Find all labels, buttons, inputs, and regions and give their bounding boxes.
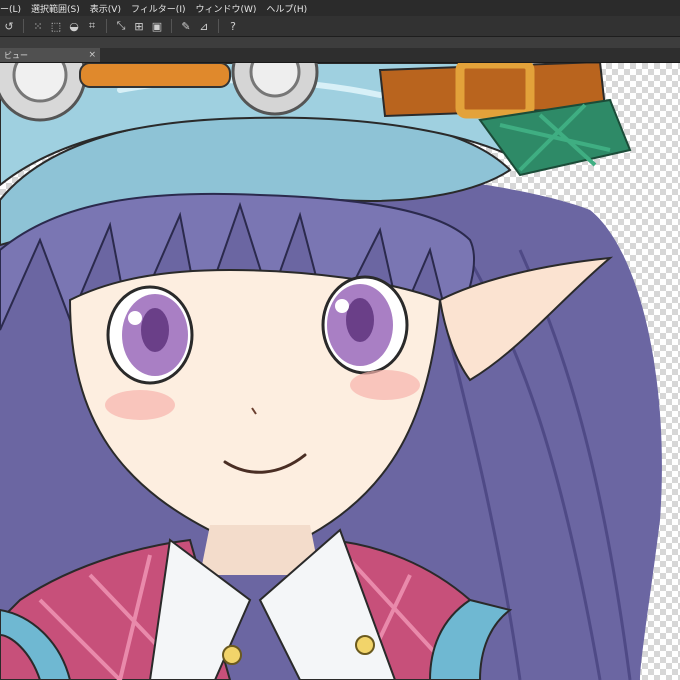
- select-all-icon[interactable]: ⁙: [31, 19, 45, 33]
- illustration: [0, 63, 662, 680]
- collar-button: [222, 645, 242, 665]
- tab-view[interactable]: ビュー ×: [0, 48, 100, 62]
- tab-label: ビュー: [4, 50, 28, 60]
- menu-view[interactable]: 表示(V): [90, 2, 131, 15]
- tab-bar: ビュー ×: [0, 48, 680, 63]
- toolbar: ↺ ⁙ ⬚ ◒ ⌗ ⤡ ⊞ ▣ ✎ ⊿ ?: [0, 16, 680, 37]
- toolbar-separator: [106, 19, 107, 33]
- toolbar-separator: [23, 19, 24, 33]
- menu-help[interactable]: ヘルプ(H): [266, 2, 317, 15]
- close-icon[interactable]: ×: [88, 50, 96, 60]
- help-icon[interactable]: ?: [226, 19, 240, 33]
- fill-icon[interactable]: ▣: [150, 19, 164, 33]
- crop-icon[interactable]: ⌗: [85, 19, 99, 33]
- deselect-icon[interactable]: ⬚: [49, 19, 63, 33]
- toolbar-separator: [218, 19, 219, 33]
- invert-selection-icon[interactable]: ◒: [67, 19, 81, 33]
- scale-icon[interactable]: ⊞: [132, 19, 146, 33]
- menubar: ー(L) 選択範囲(S) 表示(V) フィルター(I) ウィンドウ(W) ヘルプ…: [0, 0, 680, 16]
- menu-selection[interactable]: 選択範囲(S): [31, 2, 90, 15]
- canvas[interactable]: [0, 63, 680, 680]
- option-strip: [0, 37, 680, 48]
- ruler-icon[interactable]: ⊿: [197, 19, 211, 33]
- brush-icon[interactable]: ✎: [179, 19, 193, 33]
- menu-filter[interactable]: フィルター(I): [131, 2, 196, 15]
- blush-right: [350, 370, 420, 400]
- goggle-bridge: [79, 63, 231, 88]
- app-window: ー(L) 選択範囲(S) 表示(V) フィルター(I) ウィンドウ(W) ヘルプ…: [0, 0, 680, 680]
- rotate-icon[interactable]: ↺: [2, 19, 16, 33]
- toolbar-separator: [171, 19, 172, 33]
- blush-left: [105, 390, 175, 420]
- menu-window[interactable]: ウィンドウ(W): [195, 2, 266, 15]
- transform-icon[interactable]: ⤡: [114, 19, 128, 33]
- menu-layer[interactable]: ー(L): [0, 2, 31, 15]
